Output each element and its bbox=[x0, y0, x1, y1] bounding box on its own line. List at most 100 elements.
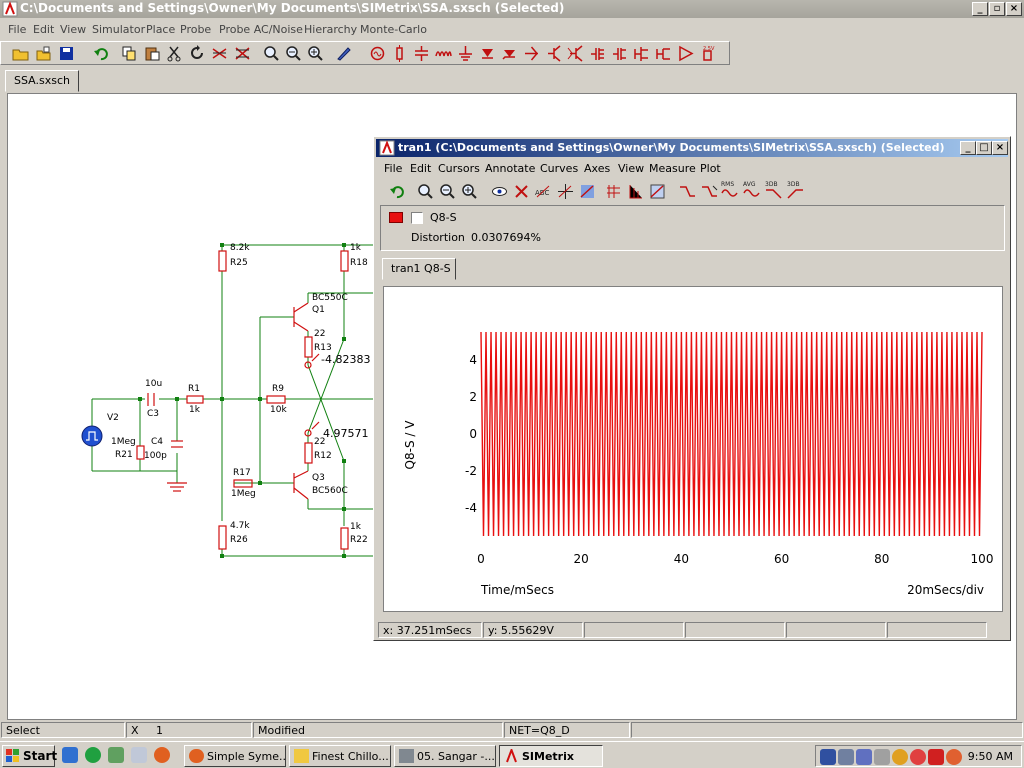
zoom-in-icon[interactable] bbox=[307, 45, 324, 62]
menu-probe[interactable]: Probe bbox=[180, 23, 211, 36]
tray-display-icon[interactable] bbox=[856, 749, 872, 765]
series-line-q8-s[interactable] bbox=[480, 331, 983, 537]
pmos-icon[interactable] bbox=[611, 45, 628, 62]
close-button[interactable]: × bbox=[1006, 2, 1022, 16]
switch-icon[interactable] bbox=[655, 45, 672, 62]
task-sangar[interactable]: 05. Sangar -... bbox=[394, 745, 496, 767]
tray-volume-icon[interactable] bbox=[874, 749, 890, 765]
open-file-icon[interactable] bbox=[35, 45, 52, 62]
opamp-icon[interactable] bbox=[677, 45, 694, 62]
resistor-icon[interactable] bbox=[391, 45, 408, 62]
zoom-full-icon[interactable] bbox=[263, 45, 280, 62]
graph-menu-file[interactable]: File bbox=[384, 162, 402, 175]
mirror-icon[interactable] bbox=[211, 45, 228, 62]
menu-view[interactable]: View bbox=[60, 23, 86, 36]
menu-monte-carlo[interactable]: Monte-Carlo bbox=[360, 23, 427, 36]
firefox-quicklaunch-icon[interactable] bbox=[154, 747, 170, 763]
graph-undo-icon[interactable] bbox=[389, 183, 406, 200]
document-tab-ssa[interactable]: SSA.sxsch bbox=[5, 70, 79, 92]
ground-icon[interactable] bbox=[457, 45, 474, 62]
cut-icon[interactable] bbox=[166, 45, 183, 62]
graph-zoom-out-icon[interactable] bbox=[439, 183, 456, 200]
menu-simulator[interactable]: Simulator bbox=[92, 23, 145, 36]
avg-icon[interactable] bbox=[743, 187, 760, 199]
led-icon[interactable] bbox=[523, 45, 540, 62]
graph-menu-axes[interactable]: Axes bbox=[584, 162, 610, 175]
zener-icon[interactable] bbox=[501, 45, 518, 62]
tool-quicklaunch-icon[interactable] bbox=[108, 747, 124, 763]
tray-antivirus-icon[interactable] bbox=[892, 749, 908, 765]
tray-alert-icon[interactable] bbox=[910, 749, 926, 765]
graph-menu-curves[interactable]: Curves bbox=[540, 162, 578, 175]
graph-menu-plot[interactable]: Plot bbox=[700, 162, 721, 175]
restore-button[interactable]: ▫ bbox=[989, 2, 1005, 16]
fourier-icon[interactable] bbox=[649, 183, 666, 200]
graph-window-title-bar[interactable]: tran1 (C:\Documents and Settings\Owner\M… bbox=[376, 139, 1008, 157]
tray-network-icon[interactable] bbox=[838, 749, 854, 765]
task-simple-syme[interactable]: Simple Syme... bbox=[184, 745, 286, 767]
source-icon[interactable] bbox=[369, 45, 386, 62]
flip-icon[interactable] bbox=[234, 45, 251, 62]
npn-icon[interactable] bbox=[545, 45, 562, 62]
wire-pen-icon[interactable] bbox=[335, 45, 352, 62]
menu-file[interactable]: File bbox=[8, 23, 26, 36]
series-color-swatch[interactable] bbox=[389, 212, 403, 223]
graph-maximize-button[interactable]: □ bbox=[976, 141, 992, 155]
graph-zoom-full-icon[interactable] bbox=[417, 183, 434, 200]
rotate-icon[interactable] bbox=[189, 45, 206, 62]
utorrent-quicklaunch-icon[interactable] bbox=[85, 747, 101, 763]
pnp-icon[interactable] bbox=[567, 45, 584, 62]
menu-probe-ac-noise[interactable]: Probe AC/Noise bbox=[219, 23, 303, 36]
3db-high-icon[interactable] bbox=[787, 187, 804, 199]
graph-menu-measure[interactable]: Measure bbox=[649, 162, 696, 175]
messenger-quicklaunch-icon[interactable] bbox=[131, 747, 147, 763]
graph-close-button[interactable]: × bbox=[992, 141, 1008, 155]
graph-zoom-in-icon[interactable] bbox=[461, 183, 478, 200]
graph-plot-area[interactable]: 4 2 0 -2 -4 0 20 40 60 80 100 Q8-S / V Time/mSecs… bbox=[383, 286, 1003, 612]
color-curve-icon[interactable] bbox=[579, 183, 596, 200]
nmos-icon[interactable] bbox=[589, 45, 606, 62]
main-title-bar[interactable]: C:\Documents and Settings\Owner\My Docum… bbox=[0, 0, 1024, 18]
3db-low-icon[interactable] bbox=[765, 187, 782, 199]
undo-icon[interactable] bbox=[93, 45, 110, 62]
menu-hierarchy[interactable]: Hierarchy bbox=[304, 23, 357, 36]
save-icon[interactable] bbox=[58, 45, 75, 62]
graph-minimize-button[interactable]: _ bbox=[960, 141, 976, 155]
graph-tab-tran1[interactable]: tran1 Q8-S bbox=[382, 258, 456, 280]
graph-menu-cursors[interactable]: Cursors bbox=[438, 162, 480, 175]
delete-curve-icon[interactable] bbox=[513, 183, 530, 200]
desktop-quicklaunch-icon[interactable] bbox=[62, 747, 78, 763]
jfet-icon[interactable] bbox=[633, 45, 650, 62]
task-finest-chillo[interactable]: Finest Chillo... bbox=[289, 745, 391, 767]
paste-icon[interactable] bbox=[144, 45, 161, 62]
minimize-button[interactable]: _ bbox=[972, 2, 988, 16]
plot-svg[interactable]: 420-2-4 0 20 40 60 80 100 Q8-S / V Time/mSecs… bbox=[384, 287, 1002, 611]
eye-icon[interactable] bbox=[491, 183, 508, 200]
tray-xear-icon[interactable] bbox=[928, 749, 944, 765]
capacitor-icon[interactable] bbox=[413, 45, 430, 62]
tray-fax-icon[interactable] bbox=[820, 749, 836, 765]
cursor-icon[interactable] bbox=[557, 183, 574, 200]
tray-security-icon[interactable] bbox=[946, 749, 962, 765]
menu-place[interactable]: Place bbox=[146, 23, 175, 36]
rise-time-icon[interactable] bbox=[679, 183, 696, 200]
supply-icon[interactable]: 2.5V bbox=[699, 45, 716, 62]
fall-time-icon[interactable] bbox=[701, 183, 718, 200]
rms-icon[interactable] bbox=[721, 187, 738, 199]
graph-menu-annotate[interactable]: Annotate bbox=[485, 162, 535, 175]
axis-icon[interactable] bbox=[627, 183, 644, 200]
graph-window[interactable]: tran1 (C:\Documents and Settings\Owner\M… bbox=[373, 136, 1011, 641]
grid-icon[interactable] bbox=[605, 183, 622, 200]
start-button[interactable]: Start bbox=[2, 745, 57, 767]
copy-icon[interactable] bbox=[121, 45, 138, 62]
diode-icon[interactable] bbox=[479, 45, 496, 62]
menu-edit[interactable]: Edit bbox=[33, 23, 54, 36]
graph-menu-edit[interactable]: Edit bbox=[410, 162, 431, 175]
task-simetrix[interactable]: SIMetrix bbox=[499, 745, 603, 767]
label-icon[interactable]: ABC bbox=[535, 183, 552, 200]
zoom-out-icon[interactable] bbox=[285, 45, 302, 62]
open-folder-icon[interactable] bbox=[12, 45, 29, 62]
inductor-icon[interactable] bbox=[435, 45, 452, 62]
series-select-checkbox[interactable] bbox=[411, 212, 423, 224]
v2-source[interactable] bbox=[81, 425, 103, 447]
